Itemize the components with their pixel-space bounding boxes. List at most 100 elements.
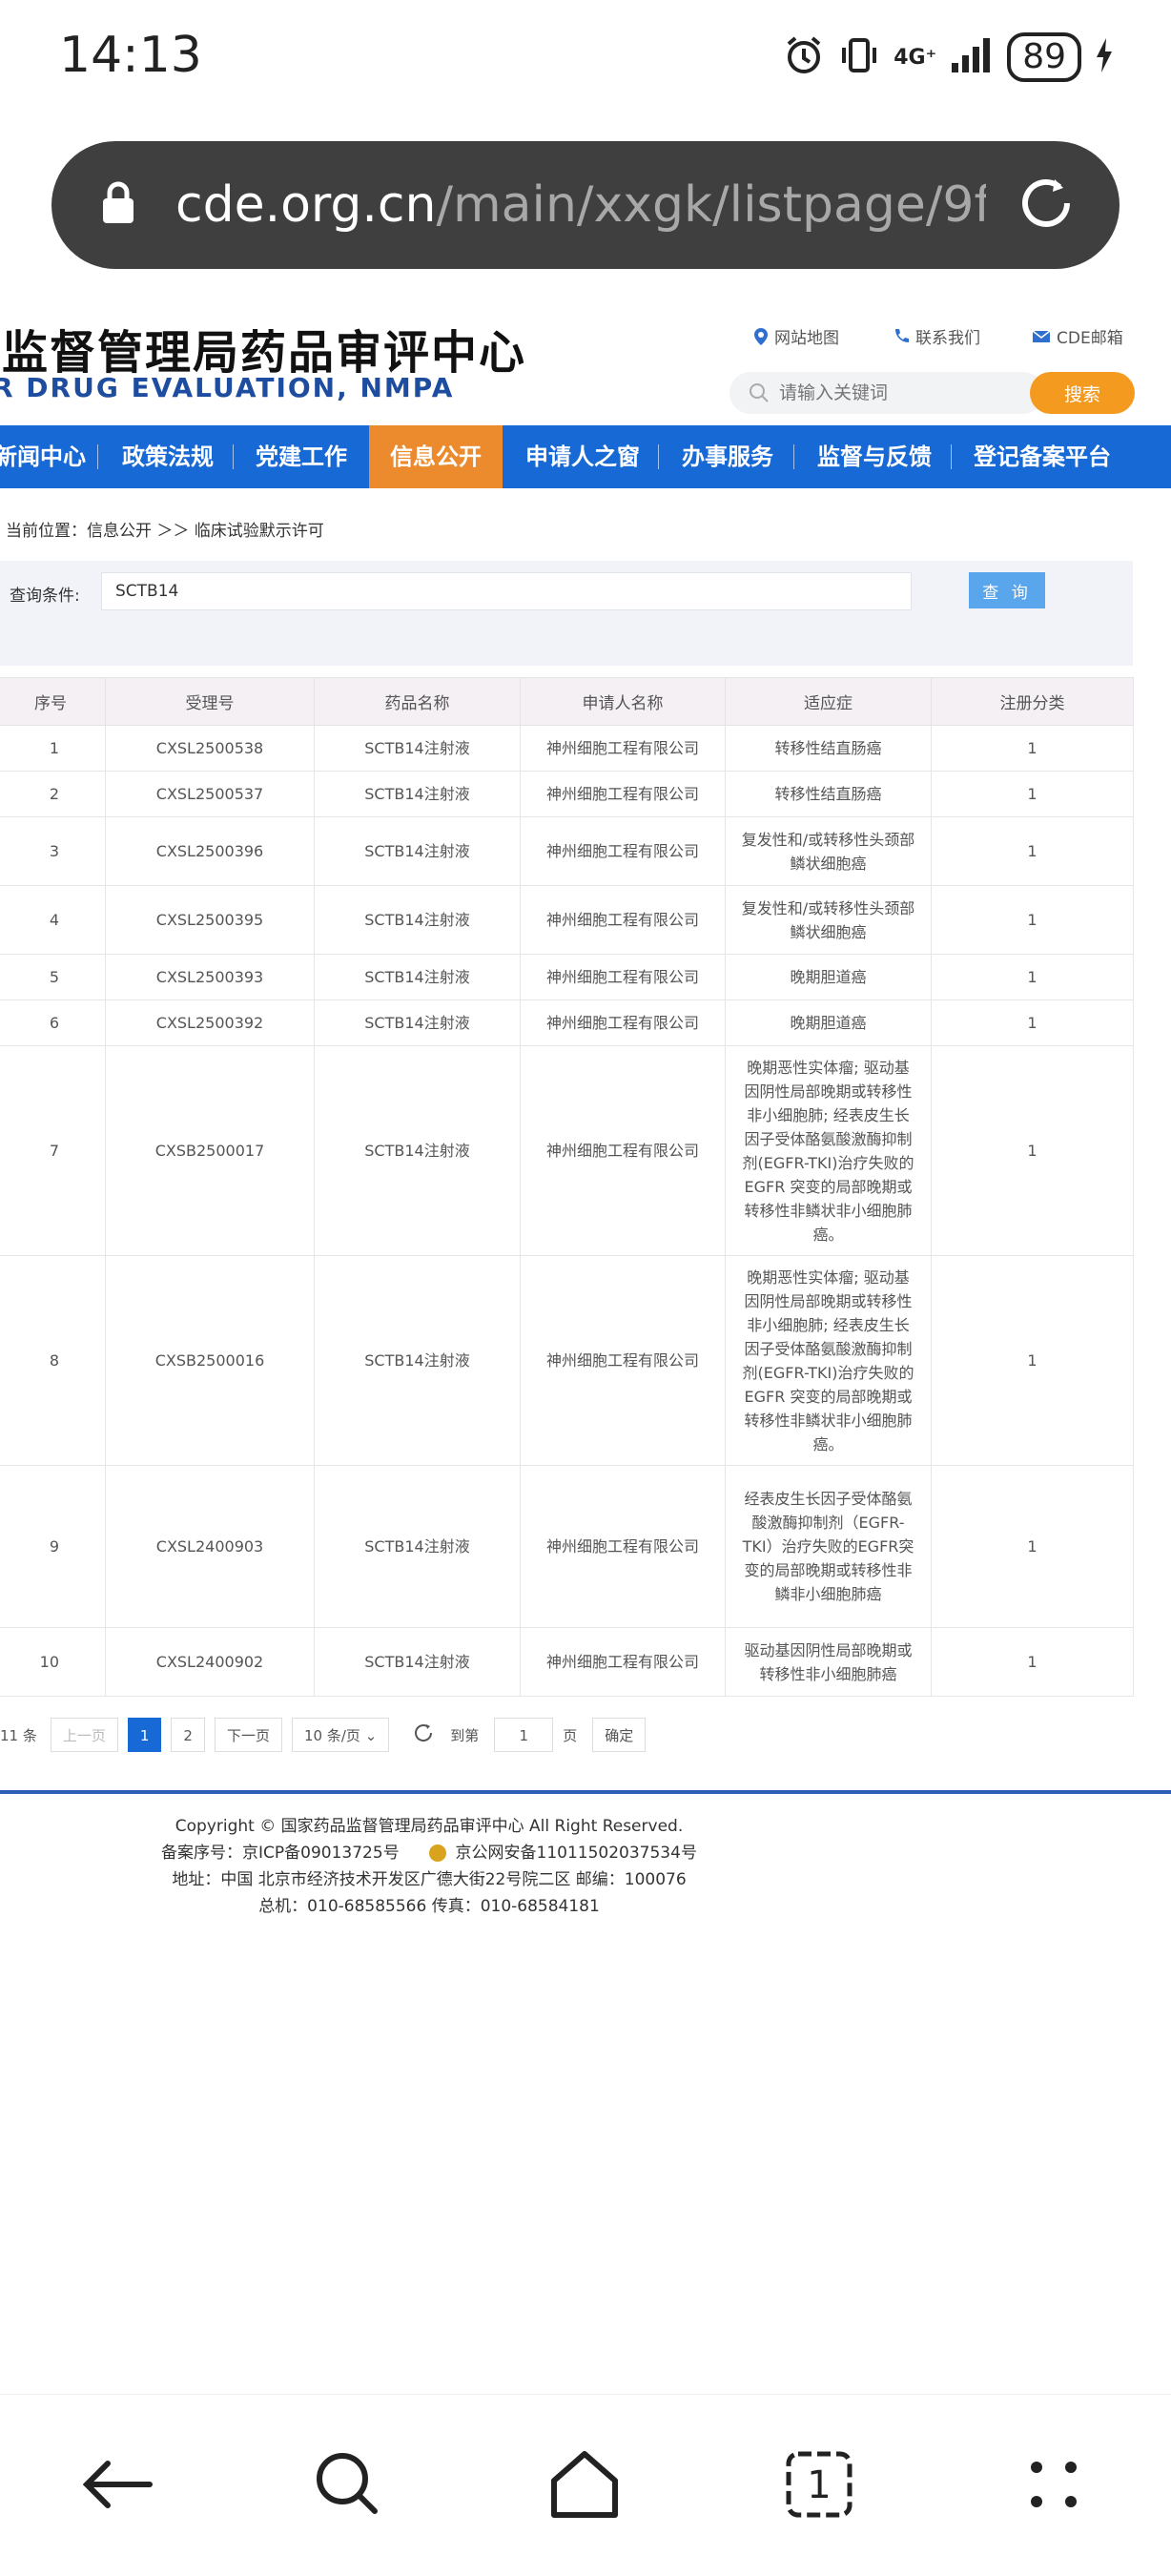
cell-drug-name: SCTB14注射液 (314, 771, 521, 817)
search-input[interactable] (777, 381, 1019, 404)
cell-indication: 晚期恶性实体瘤; 驱动基因阴性局部晚期或转移性非小细胞肺; 经表皮生长因子受体酪… (725, 1045, 932, 1256)
cell-acceptance-no: CXSL2400902 (105, 1627, 315, 1697)
cell-indication: 晚期胆道癌 (725, 954, 932, 1000)
cell-acceptance-no: CXSB2500017 (105, 1045, 315, 1256)
nav-divider (793, 444, 794, 469)
cell-applicant: 神州细胞工程有限公司 (520, 954, 726, 1000)
reload-icon[interactable] (1013, 170, 1079, 240)
url-text[interactable]: cde.org.cn/main/xxgk/listpage/9f9 (175, 176, 986, 234)
header-index: 序号 (0, 677, 106, 726)
pagination: 11 条 上一页 1 2 下一页 10 条/页 ⌄ 到第 1 页 确定 (0, 1717, 655, 1753)
police-record-number[interactable]: 京公网安备11011502037534号 (456, 1844, 697, 1863)
table-row[interactable]: 2 CXSL2500537 SCTB14注射液 神州细胞工程有限公司 转移性结直… (0, 771, 1134, 817)
back-arrow-icon[interactable] (74, 2442, 160, 2527)
cell-drug-name: SCTB14注射液 (314, 1255, 521, 1466)
contact-label: 联系我们 (915, 329, 980, 348)
cell-registration-class: 1 (931, 1627, 1134, 1697)
cell-indication: 转移性结直肠癌 (725, 725, 932, 772)
chevron-down-icon: ⌄ (364, 1727, 378, 1744)
charging-icon (1095, 36, 1114, 78)
mail-icon (1032, 329, 1051, 342)
sitemap-link[interactable]: 网站地图 (753, 324, 839, 348)
cell-registration-class: 1 (931, 1045, 1134, 1256)
search-icon[interactable] (305, 2442, 391, 2527)
cell-indication: 经表皮生长因子受体酪氨酸激酶抑制剂（EGFR-TKI）治疗失败的EGFR突变的局… (725, 1465, 932, 1628)
search-button[interactable]: 搜索 (1030, 372, 1135, 414)
nav-item-news[interactable]: 新闻中心 (0, 425, 86, 488)
refresh-icon[interactable] (412, 1721, 435, 1748)
cell-index: 1 (0, 725, 106, 772)
table-row[interactable]: 5 CXSL2500393 SCTB14注射液 神州细胞工程有限公司 晚期胆道癌… (0, 954, 1134, 1000)
table-row[interactable]: 1 CXSL2500538 SCTB14注射液 神州细胞工程有限公司 转移性结直… (0, 725, 1134, 772)
page-2-button[interactable]: 2 (171, 1718, 205, 1752)
url-domain: cde.org.cn (175, 176, 437, 234)
table-row[interactable]: 6 CXSL2500392 SCTB14注射液 神州细胞工程有限公司 晚期胆道癌… (0, 999, 1134, 1046)
cell-applicant: 神州细胞工程有限公司 (520, 999, 726, 1046)
tabs-icon[interactable]: 1 (776, 2442, 862, 2527)
query-button[interactable]: 查 询 (969, 572, 1045, 608)
cell-indication: 复发性和/或转移性头颈部鳞状细胞癌 (725, 885, 932, 955)
cell-registration-class: 1 (931, 1465, 1134, 1628)
table-row[interactable]: 9 CXSL2400903 SCTB14注射液 神州细胞工程有限公司 经表皮生长… (0, 1465, 1134, 1628)
footer-copyright: Copyright © 国家药品监督管理局药品审评中心 All Right Re… (175, 1817, 684, 1836)
next-page-button[interactable]: 下一页 (214, 1718, 282, 1752)
table-row[interactable]: 4 CXSL2500395 SCTB14注射液 神州细胞工程有限公司 复发性和/… (0, 885, 1134, 955)
cell-index: 8 (0, 1255, 106, 1466)
page-size-select[interactable]: 10 条/页 ⌄ (291, 1718, 390, 1752)
nav-item-info-public[interactable]: 信息公开 (390, 425, 482, 488)
more-menu-icon[interactable] (1011, 2442, 1097, 2527)
page-1-button[interactable]: 1 (127, 1718, 162, 1752)
nav-item-registration[interactable]: 登记备案平台 (974, 425, 1111, 488)
site-search[interactable] (729, 372, 1044, 414)
contact-link[interactable]: 联系我们 (893, 324, 980, 348)
nav-divider (951, 444, 952, 469)
goto-page-input[interactable]: 1 (494, 1718, 554, 1752)
home-icon[interactable] (542, 2442, 627, 2527)
header-acceptance-no: 受理号 (105, 677, 315, 726)
cell-indication: 晚期胆道癌 (725, 999, 932, 1046)
prev-page-button[interactable]: 上一页 (50, 1718, 118, 1752)
table-row[interactable]: 10 CXSL2400902 SCTB14注射液 神州细胞工程有限公司 驱动基因… (0, 1627, 1134, 1697)
query-label: 查询条件: (10, 587, 80, 606)
cell-applicant: 神州细胞工程有限公司 (520, 1255, 726, 1466)
query-input[interactable]: SCTB14 (101, 572, 912, 610)
cell-applicant: 神州细胞工程有限公司 (520, 1465, 726, 1628)
footer-icp: 备案序号：京ICP备09013725号 京公网安备11011502037534号 (0, 1839, 858, 1863)
cell-applicant: 神州细胞工程有限公司 (520, 771, 726, 817)
table-row[interactable]: 8 CXSB2500016 SCTB14注射液 神州细胞工程有限公司 晚期恶性实… (0, 1255, 1134, 1466)
nav-divider (658, 444, 659, 469)
cell-drug-name: SCTB14注射液 (314, 1627, 521, 1697)
cell-registration-class: 1 (931, 1255, 1134, 1466)
confirm-button[interactable]: 确定 (592, 1718, 647, 1752)
cell-index: 6 (0, 999, 106, 1046)
table-row[interactable]: 7 CXSB2500017 SCTB14注射液 神州细胞工程有限公司 晚期恶性实… (0, 1045, 1134, 1256)
cell-acceptance-no: CXSL2500537 (105, 771, 315, 817)
nav-divider (97, 444, 98, 469)
signal-icon (950, 36, 994, 78)
cell-acceptance-no: CXSL2500396 (105, 816, 315, 886)
url-bar[interactable]: cde.org.cn/main/xxgk/listpage/9f9 (51, 141, 1120, 269)
nav-item-feedback[interactable]: 监督与反馈 (817, 425, 932, 488)
cell-drug-name: SCTB14注射液 (314, 1045, 521, 1256)
cde-mail-link[interactable]: CDE邮箱 (1032, 324, 1123, 348)
cell-index: 10 (0, 1627, 106, 1697)
phone-icon (895, 328, 909, 342)
cell-drug-name: SCTB14注射液 (314, 999, 521, 1046)
cell-applicant: 神州细胞工程有限公司 (520, 885, 726, 955)
cell-registration-class: 1 (931, 771, 1134, 817)
icp-number[interactable]: 备案序号：京ICP备09013725号 (161, 1844, 400, 1863)
nav-item-policy[interactable]: 政策法规 (122, 425, 214, 488)
nav-divider (233, 444, 234, 469)
cell-index: 4 (0, 885, 106, 955)
cell-index: 5 (0, 954, 106, 1000)
nav-item-applicant[interactable]: 申请人之窗 (525, 425, 640, 488)
police-badge-icon (429, 1844, 447, 1862)
nav-item-services[interactable]: 办事服务 (682, 425, 773, 488)
header-indication: 适应症 (725, 677, 932, 726)
cell-drug-name: SCTB14注射液 (314, 954, 521, 1000)
nav-item-party[interactable]: 党建工作 (256, 425, 347, 488)
cell-registration-class: 1 (931, 954, 1134, 1000)
table-row[interactable]: 3 CXSL2500396 SCTB14注射液 神州细胞工程有限公司 复发性和/… (0, 816, 1134, 886)
cell-drug-name: SCTB14注射液 (314, 885, 521, 955)
network-type: 4G⁺ (894, 45, 937, 70)
